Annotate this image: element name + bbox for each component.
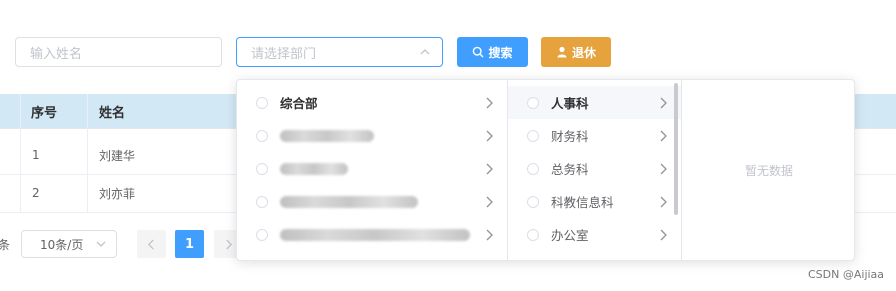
cascader-option[interactable]: 综合部 xyxy=(237,86,507,119)
redacted-label xyxy=(280,228,470,241)
column-divider xyxy=(87,94,88,213)
name-input-placeholder: 输入姓名 xyxy=(30,46,83,62)
row-index: 2 xyxy=(32,186,40,200)
row-name: 刘建华 xyxy=(99,148,136,163)
search-button[interactable]: 搜索 xyxy=(457,37,528,67)
user-icon xyxy=(557,46,567,58)
page-size-select[interactable]: 10条/页 xyxy=(21,230,117,258)
radio-icon[interactable] xyxy=(527,195,539,208)
radio-icon[interactable] xyxy=(256,129,268,142)
chevron-right-icon xyxy=(660,97,667,108)
retire-button[interactable]: 退休 xyxy=(541,37,611,67)
cascader-option[interactable] xyxy=(237,218,507,251)
department-cascader-input[interactable]: 请选择部门 xyxy=(236,37,443,67)
option-label: 财务科 xyxy=(551,129,589,144)
cascader-option[interactable]: 财务科 xyxy=(508,119,681,152)
option-label: 科教信息科 xyxy=(551,195,614,210)
cascader-option[interactable] xyxy=(237,185,507,218)
column-divider xyxy=(20,94,21,213)
radio-icon[interactable] xyxy=(527,96,539,109)
cascader-menu-level2: 人事科 财务科 总务科 科教信息科 办公室 xyxy=(508,80,682,260)
chevron-right-icon xyxy=(226,239,233,249)
name-search-input[interactable]: 输入姓名 xyxy=(15,37,222,67)
radio-icon[interactable] xyxy=(527,228,539,241)
option-label: 人事科 xyxy=(551,96,589,111)
chevron-right-icon xyxy=(486,196,493,207)
chevron-right-icon xyxy=(486,229,493,240)
chevron-right-icon xyxy=(660,196,667,207)
cascader-option[interactable]: 总务科 xyxy=(508,152,681,185)
search-icon xyxy=(473,46,484,58)
redacted-label xyxy=(280,162,348,175)
scrollbar-thumb[interactable] xyxy=(674,83,678,215)
cascader-option[interactable] xyxy=(237,119,507,152)
prev-page-button[interactable] xyxy=(137,230,166,258)
radio-icon[interactable] xyxy=(256,228,268,241)
row-name: 刘亦菲 xyxy=(99,186,136,201)
option-label: 综合部 xyxy=(280,96,318,111)
cascader-option[interactable]: 人事科 xyxy=(508,86,681,119)
chevron-right-icon xyxy=(660,229,667,240)
option-label: 办公室 xyxy=(551,228,589,243)
cascader-option[interactable]: 办公室 xyxy=(508,218,681,251)
chevron-right-icon xyxy=(486,163,493,174)
watermark-text: CSDN @Aijiaa xyxy=(808,268,885,281)
chevron-down-icon xyxy=(96,241,106,247)
chevron-right-icon xyxy=(486,97,493,108)
total-count-text: 条 xyxy=(0,237,11,252)
radio-icon[interactable] xyxy=(527,162,539,175)
cascader-menu-level3: 暂无数据 xyxy=(682,80,856,260)
cascader-menu-level1: 综合部 xyxy=(237,80,508,260)
retire-button-label: 退休 xyxy=(571,45,596,60)
cascader-option[interactable] xyxy=(237,152,507,185)
chevron-right-icon xyxy=(486,130,493,141)
radio-icon[interactable] xyxy=(256,96,268,109)
department-input-placeholder: 请选择部门 xyxy=(251,46,317,62)
column-header-index: 序号 xyxy=(31,106,58,121)
department-cascader-panel: 综合部 人事科 财务科 总务科 科教信息科 办公室 暂无数据 xyxy=(236,79,855,261)
chevron-right-icon xyxy=(660,130,667,141)
redacted-label xyxy=(280,195,418,208)
page-number-current[interactable]: 1 xyxy=(175,230,204,258)
chevron-left-icon xyxy=(147,239,154,249)
cascader-option[interactable]: 科教信息科 xyxy=(508,185,681,218)
search-button-label: 搜索 xyxy=(488,45,513,60)
chevron-right-icon xyxy=(660,163,667,174)
radio-icon[interactable] xyxy=(256,195,268,208)
page-size-value: 10条/页 xyxy=(40,237,84,252)
radio-icon[interactable] xyxy=(256,162,268,175)
chevron-up-icon xyxy=(420,49,430,55)
row-index: 1 xyxy=(32,148,40,162)
empty-data-text: 暂无数据 xyxy=(744,163,793,178)
radio-icon[interactable] xyxy=(527,129,539,142)
column-header-name: 姓名 xyxy=(99,106,126,121)
option-label: 总务科 xyxy=(551,162,589,177)
redacted-label xyxy=(280,129,374,142)
